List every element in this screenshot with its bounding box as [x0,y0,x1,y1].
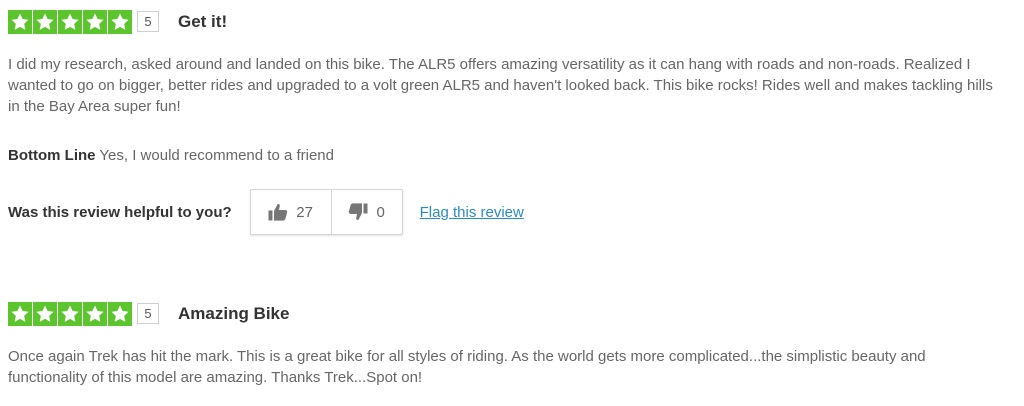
review-card: 5 Amazing Bike Once again Trek has hit t… [8,300,1016,388]
thumbs-down-icon [348,203,368,221]
review-title: Amazing Bike [178,303,290,323]
star-icon [33,9,57,34]
star-icon [33,301,57,326]
star-icon [8,301,32,326]
review-card: 5 Get it! I did my research, asked aroun… [8,8,1016,235]
helpful-no-button[interactable]: 0 [330,190,402,234]
bottom-line-label: Bottom Line [8,147,96,164]
star-icon [108,301,132,326]
review-body: Once again Trek has hit the mark. This i… [8,348,926,386]
review-title: Get it! [178,11,228,31]
helpful-question: Was this review helpful to you? [8,203,232,221]
star-icon [83,301,107,326]
star-icon [83,9,107,34]
star-rating [8,9,132,34]
helpful-yes-button[interactable]: 27 [251,190,331,234]
thumbs-up-icon [268,203,288,221]
helpful-row: Was this review helpful to you? 27 0 Fla… [8,189,524,235]
star-icon [108,9,132,34]
star-icon [58,9,82,34]
helpful-vote-box: 27 0 [249,189,403,235]
helpful-yes-count: 27 [296,203,313,221]
star-rating [8,301,132,326]
flag-review-link[interactable]: Flag this review [420,204,524,221]
review-header: 5 Get it! [8,8,1016,35]
helpful-no-count: 0 [376,203,385,221]
review-body: I did my research, asked around and land… [8,56,993,115]
rating-score-badge: 5 [137,303,159,324]
star-icon [58,301,82,326]
rating-score-badge: 5 [137,11,159,32]
star-icon [8,9,32,34]
bottom-line: Bottom Line Yes, I would recommend to a … [8,147,1016,164]
bottom-line-text: Yes, I would recommend to a friend [99,147,334,164]
review-header: 5 Amazing Bike [8,300,1016,327]
